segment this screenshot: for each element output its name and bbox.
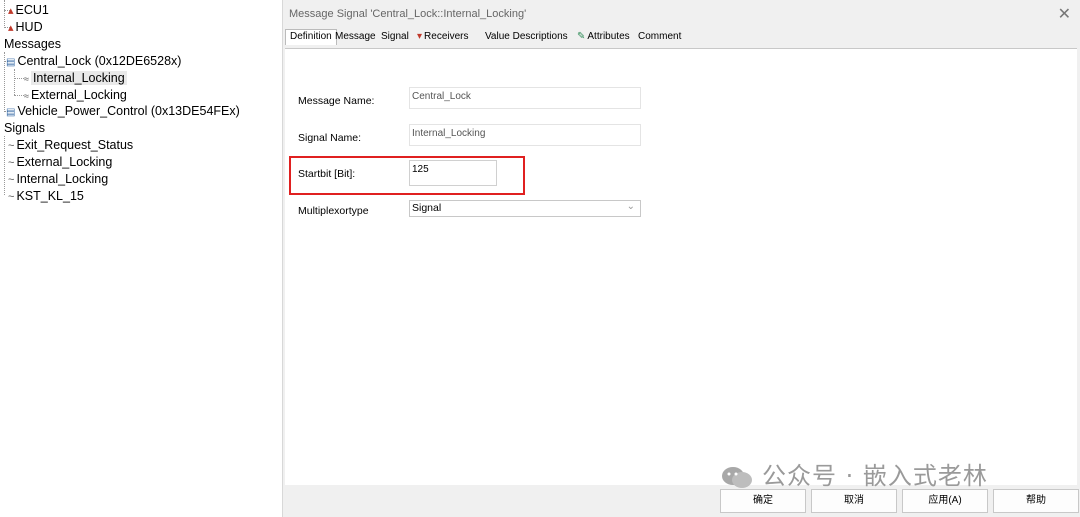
tree-node-central-lock[interactable]: ▤ Central_Lock (0x12DE6528x): [6, 53, 181, 69]
tree-label: Messages: [4, 37, 61, 51]
tree-node-hud[interactable]: ▴ HUD: [8, 19, 43, 35]
tab-value-descriptions[interactable]: Value Descriptions: [485, 31, 568, 42]
signal-icon: ≈: [24, 91, 29, 101]
close-icon[interactable]: ✕: [1058, 4, 1071, 24]
tree-view: ▴ ECU1 ▴ HUD Messages ▤ Central_Lock (0x12D…: [0, 0, 280, 517]
tree-node-signals[interactable]: Signals: [4, 120, 45, 136]
tree-node-internal-locking[interactable]: ≈ Internal_Locking: [24, 70, 127, 86]
message-icon: ▤: [6, 107, 16, 118]
tree-label: Central_Lock (0x12DE6528x): [17, 54, 182, 68]
tree-label: Signals: [4, 121, 45, 135]
ecu-icon: ▴: [8, 5, 14, 17]
tree-node-messages[interactable]: Messages: [4, 36, 61, 52]
signal-icon: ~: [8, 174, 15, 186]
tab-signal[interactable]: Signal: [381, 31, 409, 42]
tree-label: External_Locking: [16, 155, 113, 169]
ok-button[interactable]: 确定: [720, 489, 806, 513]
multiplexortype-select[interactable]: Signal ⌄: [409, 200, 641, 217]
tree-node-signal[interactable]: ~ Exit_Request_Status: [8, 137, 133, 153]
help-button[interactable]: 帮助: [993, 489, 1079, 513]
tree-node-vehicle-power-control[interactable]: ▤ Vehicle_Power_Control (0x13DE54FEx): [6, 103, 240, 119]
message-signal-dialog: Message Signal 'Central_Lock::Internal_L…: [282, 0, 1080, 517]
signal-icon: ~: [8, 191, 15, 203]
tree-label: Vehicle_Power_Control (0x13DE54FEx): [17, 104, 240, 118]
tab-message[interactable]: Message: [335, 31, 376, 42]
tab-comment[interactable]: Comment: [638, 31, 681, 42]
message-name-field: Central_Lock: [409, 87, 641, 109]
select-value: Signal: [412, 202, 442, 214]
signal-icon: ~: [8, 157, 15, 169]
ecu-icon: ▴: [8, 22, 14, 34]
tree-label: Internal_Locking: [30, 71, 127, 85]
signal-name-field: Internal_Locking: [409, 124, 641, 146]
tree-node-signal[interactable]: ~ KST_KL_15: [8, 188, 84, 204]
tree-node-ecu1[interactable]: ▴ ECU1: [8, 2, 49, 18]
tab-label: Attributes: [587, 31, 630, 42]
chevron-down-icon: ⌄: [626, 201, 635, 212]
wechat-icon: [722, 467, 752, 488]
attributes-icon: ✎: [577, 31, 586, 42]
tab-attributes[interactable]: ✎ Attributes: [577, 31, 630, 42]
startbit-label: Startbit [Bit]:: [298, 168, 356, 180]
tree-label: ECU1: [15, 3, 49, 17]
watermark: 公众号 · 嵌入式老林: [720, 456, 988, 490]
dialog-titlebar: Message Signal 'Central_Lock::Internal_L…: [283, 0, 1080, 28]
tree-label: Internal_Locking: [16, 172, 109, 186]
tab-receivers[interactable]: ▾ Receivers: [417, 31, 469, 42]
startbit-input[interactable]: 125: [409, 160, 497, 186]
tree-label: HUD: [15, 20, 43, 34]
definition-panel: Message Name: Central_Lock Signal Name: …: [285, 48, 1077, 485]
receivers-icon: ▾: [417, 31, 423, 42]
tree-label: KST_KL_15: [16, 189, 84, 203]
watermark-text: 公众号 · 嵌入式老林: [762, 462, 988, 490]
cancel-button[interactable]: 取消: [811, 489, 897, 513]
apply-button[interactable]: 应用(A): [902, 489, 988, 513]
tree-node-signal[interactable]: ~ External_Locking: [8, 154, 112, 170]
dialog-title: Message Signal 'Central_Lock::Internal_L…: [289, 8, 527, 20]
message-name-label: Message Name:: [298, 95, 375, 107]
tree-node-external-locking[interactable]: ≈ External_Locking: [24, 87, 127, 103]
tree-label: External_Locking: [30, 88, 127, 102]
tree-node-signal[interactable]: ~ Internal_Locking: [8, 171, 108, 187]
tab-label: Receivers: [424, 31, 469, 42]
tree-label: Exit_Request_Status: [16, 138, 134, 152]
multiplexortype-label: Multiplexortype: [298, 205, 369, 217]
signal-icon: ≈: [24, 74, 29, 84]
signal-name-label: Signal Name:: [298, 132, 362, 144]
tab-definition[interactable]: Definition: [285, 29, 337, 45]
signal-icon: ~: [8, 140, 15, 152]
